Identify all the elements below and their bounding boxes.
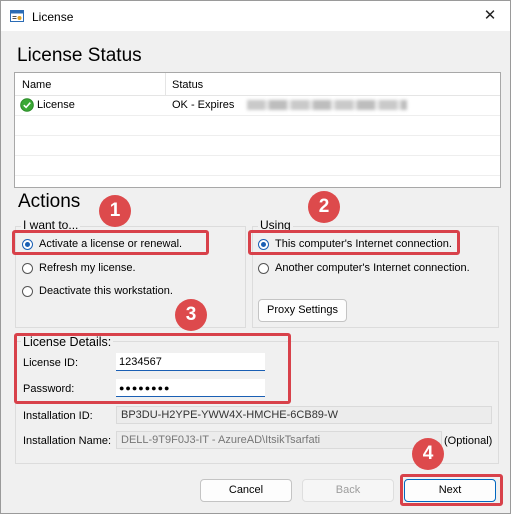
callout-badge-1: 1 <box>99 195 131 227</box>
radio-refresh[interactable]: Refresh my license. <box>22 262 136 274</box>
highlight-next-button <box>400 474 503 506</box>
check-circle-icon <box>20 98 34 112</box>
license-app-icon <box>10 10 24 22</box>
highlight-license-details <box>14 333 291 404</box>
installation-id-field[interactable]: BP3DU-H2YPE-YWW4X-HMCHE-6CB89-W <box>116 406 492 424</box>
column-divider[interactable] <box>165 73 166 95</box>
radio-another-computer-label: Another computer's Internet connection. <box>275 262 470 274</box>
optional-label: (Optional) <box>444 435 493 447</box>
column-header-status[interactable]: Status <box>172 79 203 91</box>
row-divider <box>15 115 500 116</box>
radio-refresh-label: Refresh my license. <box>39 262 136 274</box>
callout-badge-4: 4 <box>412 438 444 470</box>
callout-badge-3: 3 <box>175 299 207 331</box>
row-divider <box>15 175 500 176</box>
highlight-activate-option <box>12 230 209 255</box>
radio-another-computer[interactable]: Another computer's Internet connection. <box>258 262 470 274</box>
list-header: Name Status <box>15 73 500 96</box>
license-name-cell: License <box>37 99 75 111</box>
license-status-list[interactable]: Name Status License OK - Expires <box>14 72 501 188</box>
radio-deactivate[interactable]: Deactivate this workstation. <box>22 285 173 297</box>
actions-heading: Actions <box>18 191 81 212</box>
window-title: License <box>32 10 74 24</box>
license-status-heading: License Status <box>17 45 142 66</box>
list-item[interactable]: License OK - Expires <box>15 95 500 115</box>
row-divider <box>15 155 500 156</box>
installation-name-field[interactable]: DELL-9T9F0J3-IT - AzureAD\ItsikTsarfati <box>116 431 442 449</box>
highlight-this-computer-option <box>248 230 460 255</box>
radio-unselected-icon <box>22 285 33 297</box>
radio-unselected-icon <box>22 262 33 274</box>
license-status-cell: OK - Expires <box>172 99 235 111</box>
close-icon[interactable]: ✕ <box>480 6 500 26</box>
radio-unselected-icon <box>258 262 269 274</box>
installation-id-label: Installation ID: <box>23 410 93 422</box>
redacted-expiry <box>247 100 407 110</box>
column-header-name[interactable]: Name <box>22 79 51 91</box>
license-dialog: License ✕ License Status Name Status Lic… <box>0 0 511 514</box>
title-bar: License ✕ <box>1 1 510 31</box>
installation-name-label: Installation Name: <box>23 435 112 447</box>
proxy-settings-button[interactable]: Proxy Settings <box>258 299 347 322</box>
row-divider <box>15 135 500 136</box>
callout-badge-2: 2 <box>308 191 340 223</box>
cancel-button[interactable]: Cancel <box>200 479 292 502</box>
back-button[interactable]: Back <box>302 479 394 502</box>
radio-deactivate-label: Deactivate this workstation. <box>39 285 173 297</box>
